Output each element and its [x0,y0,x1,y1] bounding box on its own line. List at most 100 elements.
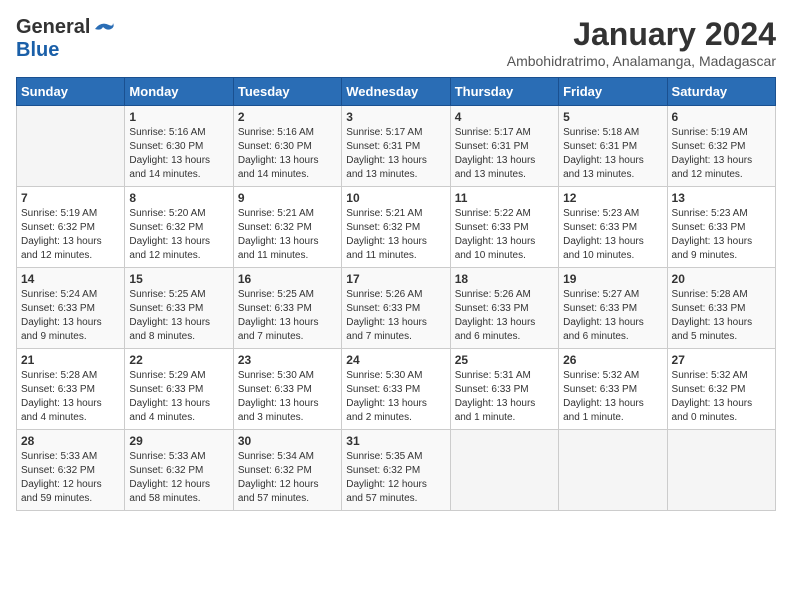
calendar-table: Sunday Monday Tuesday Wednesday Thursday… [16,77,776,511]
header-wednesday: Wednesday [342,78,450,106]
calendar-cell [450,430,558,511]
calendar-cell: 24 Sunrise: 5:30 AM Sunset: 6:33 PM Dayli… [342,349,450,430]
calendar-cell: 13Sunrise: 5:23 AM Sunset: 6:33 PM Dayli… [667,187,775,268]
day-info: Sunrise: 5:20 AM Sunset: 6:32 PM Dayligh… [129,207,228,263]
day-number: 15 [129,272,228,286]
day-number: 26 [563,353,662,367]
header-monday: Monday [125,78,233,106]
header: General Blue January 2024 Ambohidratrimo… [16,16,776,69]
day-number: 12 [563,191,662,205]
day-number: 18 [455,272,554,286]
logo-bird-icon [93,19,115,39]
calendar-cell: 28Sunrise: 5:33 AM Sunset: 6:32 PM Dayli… [17,430,125,511]
calendar-cell: 29 Sunrise: 5:33 AM Sunset: 6:32 PM Dayli… [125,430,233,511]
day-number: 20 [672,272,771,286]
day-info: Sunrise: 5:26 AM Sunset: 6:33 PM Dayligh… [346,288,445,344]
day-info: Sunrise: 5:32 AM Sunset: 6:33 PM Dayligh… [563,369,662,425]
calendar-week-row: 28 Sunrise: 5:33 AM Sunset: 6:32 PM Dayli… [17,430,776,511]
day-number: 17 [346,272,445,286]
calendar-cell: 27 Sunrise: 5:32 AM Sunset: 6:32 PM Dayli… [667,349,775,430]
day-info: Sunrise: 5:28 AM Sunset: 6:33 PM Dayligh… [672,288,771,344]
day-number: 16 [238,272,337,286]
calendar-header-row: Sunday Monday Tuesday Wednesday Thursday… [17,78,776,106]
calendar-cell: 15Sunrise: 5:25 AM Sunset: 6:33 PM Dayli… [125,268,233,349]
day-number: 3 [346,110,445,124]
day-info: Sunrise: 5:34 AM Sunset: 6:32 PM Dayligh… [238,450,337,506]
day-info: Sunrise: 5:18 AM Sunset: 6:31 PM Dayligh… [563,126,662,182]
calendar-cell: 17 Sunrise: 5:26 AM Sunset: 6:33 PM Dayli… [342,268,450,349]
day-info: Sunrise: 5:21 AM Sunset: 6:32 PM Dayligh… [238,207,337,263]
header-friday: Friday [559,78,667,106]
day-number: 5 [563,110,662,124]
day-number: 24 [346,353,445,367]
day-info: Sunrise: 5:23 AM Sunset: 6:33 PM Dayligh… [563,207,662,263]
calendar-cell: 6 Sunrise: 5:19 AM Sunset: 6:32 PM Daylig… [667,106,775,187]
title-area: January 2024 Ambohidratrimo, Analamanga,… [507,16,776,69]
calendar-cell: 21 Sunrise: 5:28 AM Sunset: 6:33 PM Dayli… [17,349,125,430]
day-number: 2 [238,110,337,124]
calendar-cell: 9 Sunrise: 5:21 AM Sunset: 6:32 PM Daylig… [233,187,341,268]
calendar-cell: 26 Sunrise: 5:32 AM Sunset: 6:33 PM Dayli… [559,349,667,430]
calendar-cell: 18 Sunrise: 5:26 AM Sunset: 6:33 PM Dayli… [450,268,558,349]
day-info: Sunrise: 5:30 AM Sunset: 6:33 PM Dayligh… [346,369,445,425]
day-number: 8 [129,191,228,205]
logo: General Blue [16,16,115,62]
day-number: 22 [129,353,228,367]
day-info: Sunrise: 5:17 AM Sunset: 6:31 PM Dayligh… [346,126,445,182]
day-info: Sunrise: 5:25 AM Sunset: 6:33 PM Dayligh… [238,288,337,344]
day-info: Sunrise: 5:24 AM Sunset: 6:33 PM Dayligh… [21,288,120,344]
day-number: 29 [129,434,228,448]
day-number: 31 [346,434,445,448]
location-subtitle: Ambohidratrimo, Analamanga, Madagascar [507,53,776,69]
calendar-cell: 10 Sunrise: 5:21 AM Sunset: 6:32 PM Dayli… [342,187,450,268]
calendar-week-row: 1Sunrise: 5:16 AM Sunset: 6:30 PM Daylig… [17,106,776,187]
day-number: 6 [672,110,771,124]
day-info: Sunrise: 5:21 AM Sunset: 6:32 PM Dayligh… [346,207,445,263]
day-info: Sunrise: 5:17 AM Sunset: 6:31 PM Dayligh… [455,126,554,182]
calendar-cell: 8 Sunrise: 5:20 AM Sunset: 6:32 PM Daylig… [125,187,233,268]
day-info: Sunrise: 5:30 AM Sunset: 6:33 PM Dayligh… [238,369,337,425]
calendar-cell [559,430,667,511]
day-number: 27 [672,353,771,367]
calendar-cell: 2Sunrise: 5:16 AM Sunset: 6:30 PM Daylig… [233,106,341,187]
calendar-week-row: 21 Sunrise: 5:28 AM Sunset: 6:33 PM Dayli… [17,349,776,430]
day-info: Sunrise: 5:26 AM Sunset: 6:33 PM Dayligh… [455,288,554,344]
day-number: 23 [238,353,337,367]
calendar-cell: 11 Sunrise: 5:22 AM Sunset: 6:33 PM Dayli… [450,187,558,268]
calendar-cell: 12 Sunrise: 5:23 AM Sunset: 6:33 PM Dayli… [559,187,667,268]
calendar-cell: 20 Sunrise: 5:28 AM Sunset: 6:33 PM Dayli… [667,268,775,349]
logo-blue-text: Blue [16,39,59,62]
calendar-week-row: 14Sunrise: 5:24 AM Sunset: 6:33 PM Dayli… [17,268,776,349]
calendar-cell: 7Sunrise: 5:19 AM Sunset: 6:32 PM Daylig… [17,187,125,268]
calendar-cell: 16 Sunrise: 5:25 AM Sunset: 6:33 PM Dayli… [233,268,341,349]
day-info: Sunrise: 5:16 AM Sunset: 6:30 PM Dayligh… [129,126,228,182]
day-info: Sunrise: 5:31 AM Sunset: 6:33 PM Dayligh… [455,369,554,425]
day-info: Sunrise: 5:33 AM Sunset: 6:32 PM Dayligh… [129,450,228,506]
day-number: 9 [238,191,337,205]
day-info: Sunrise: 5:35 AM Sunset: 6:32 PM Dayligh… [346,450,445,506]
day-number: 11 [455,191,554,205]
calendar-cell: 22 Sunrise: 5:29 AM Sunset: 6:33 PM Dayli… [125,349,233,430]
day-number: 4 [455,110,554,124]
day-number: 25 [455,353,554,367]
day-info: Sunrise: 5:32 AM Sunset: 6:32 PM Dayligh… [672,369,771,425]
calendar-cell [17,106,125,187]
day-number: 10 [346,191,445,205]
calendar-cell: 19Sunrise: 5:27 AM Sunset: 6:33 PM Dayli… [559,268,667,349]
day-info: Sunrise: 5:29 AM Sunset: 6:33 PM Dayligh… [129,369,228,425]
day-info: Sunrise: 5:22 AM Sunset: 6:33 PM Dayligh… [455,207,554,263]
day-number: 28 [21,434,120,448]
day-info: Sunrise: 5:28 AM Sunset: 6:33 PM Dayligh… [21,369,120,425]
header-sunday: Sunday [17,78,125,106]
calendar-cell: 3 Sunrise: 5:17 AM Sunset: 6:31 PM Daylig… [342,106,450,187]
calendar-cell: 23 Sunrise: 5:30 AM Sunset: 6:33 PM Dayli… [233,349,341,430]
calendar-cell: 14Sunrise: 5:24 AM Sunset: 6:33 PM Dayli… [17,268,125,349]
logo-general-text: General [16,16,90,39]
calendar-cell: 4 Sunrise: 5:17 AM Sunset: 6:31 PM Daylig… [450,106,558,187]
day-number: 21 [21,353,120,367]
calendar-cell: 30Sunrise: 5:34 AM Sunset: 6:32 PM Dayli… [233,430,341,511]
calendar-cell: 1Sunrise: 5:16 AM Sunset: 6:30 PM Daylig… [125,106,233,187]
day-number: 7 [21,191,120,205]
calendar-cell [667,430,775,511]
day-info: Sunrise: 5:19 AM Sunset: 6:32 PM Dayligh… [672,126,771,182]
